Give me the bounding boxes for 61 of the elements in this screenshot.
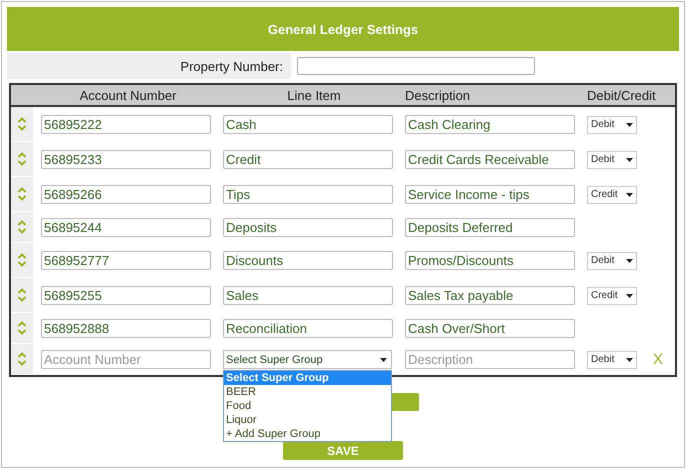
column-header: Line Item: [286, 88, 342, 102]
account-field[interactable]: 56895222: [41, 115, 211, 134]
drag-handle[interactable]: [11, 212, 33, 243]
description-field[interactable]: Sales Tax payable: [405, 286, 575, 305]
line-item-field[interactable]: Tips: [223, 185, 393, 204]
super-group-select[interactable]: Select Super Group: [223, 350, 392, 369]
line-item-field[interactable]: Sales: [223, 286, 393, 305]
column-header: Account Number: [78, 88, 178, 102]
caret-icon: [626, 158, 633, 162]
drag-handle[interactable]: [11, 243, 33, 278]
caret-icon: [626, 192, 633, 196]
caret-icon: [626, 294, 633, 298]
reorder-icon[interactable]: [17, 288, 27, 302]
account-field[interactable]: 568952888: [41, 319, 211, 338]
caret-icon: [380, 358, 387, 362]
account-field[interactable]: 56895244: [41, 218, 211, 237]
line-item-field[interactable]: Cash: [223, 115, 393, 134]
description-field[interactable]: Service Income - tips: [405, 185, 575, 204]
line-item-field[interactable]: Discounts: [223, 251, 393, 270]
drag-handle[interactable]: [11, 278, 33, 313]
reorder-icon[interactable]: [17, 352, 27, 366]
line-item-field[interactable]: Credit: [223, 150, 393, 169]
reorder-icon[interactable]: [17, 220, 27, 234]
debit-credit-select[interactable]: Credit: [587, 286, 637, 304]
drag-handle[interactable]: [11, 107, 33, 142]
reorder-icon[interactable]: [17, 117, 27, 131]
description-field[interactable]: Promos/Discounts: [405, 251, 575, 270]
debit-credit-select[interactable]: Debit: [587, 252, 637, 270]
caret-icon: [626, 122, 633, 126]
debit-credit-select[interactable]: Debit: [587, 150, 637, 168]
line-item-field[interactable]: Deposits: [223, 218, 393, 237]
caret-icon: [626, 258, 633, 262]
property-number-field[interactable]: [297, 57, 535, 75]
debit-credit-select[interactable]: Debit: [587, 350, 637, 368]
line-item-field[interactable]: Reconciliation: [223, 319, 393, 338]
account-field[interactable]: 56895255: [41, 286, 211, 305]
drag-handle[interactable]: [11, 177, 33, 212]
account-field[interactable]: 56895233: [41, 150, 211, 169]
drag-handle[interactable]: [11, 313, 33, 344]
debit-credit-select[interactable]: Debit: [587, 116, 637, 134]
account-field[interactable]: 568952777: [41, 251, 211, 270]
debit-credit-select[interactable]: Credit: [587, 186, 637, 204]
caret-icon: [626, 358, 633, 362]
description-field[interactable]: Credit Cards Receivable: [405, 150, 575, 169]
account-field[interactable]: 56895266: [41, 185, 211, 204]
description-field[interactable]: Cash Over/Short: [405, 319, 575, 338]
drag-handle[interactable]: [11, 142, 33, 177]
reorder-icon[interactable]: [17, 187, 27, 201]
column-header: Description: [405, 88, 472, 102]
description-field[interactable]: Deposits Deferred: [405, 218, 575, 237]
column-header: Debit/Credit: [587, 88, 653, 102]
reorder-icon[interactable]: [17, 321, 27, 335]
reorder-icon[interactable]: [17, 253, 27, 267]
description-field[interactable]: Description: [405, 350, 575, 369]
description-field[interactable]: Cash Clearing: [405, 115, 575, 134]
account-field[interactable]: Account Number: [41, 350, 211, 369]
page-title: General Ledger Settings: [268, 22, 418, 36]
menu-option[interactable]: Select Super Group: [224, 371, 391, 385]
field-label: Property Number:: [180, 58, 283, 74]
drag-handle[interactable]: [11, 344, 33, 375]
reorder-icon[interactable]: [17, 152, 27, 166]
